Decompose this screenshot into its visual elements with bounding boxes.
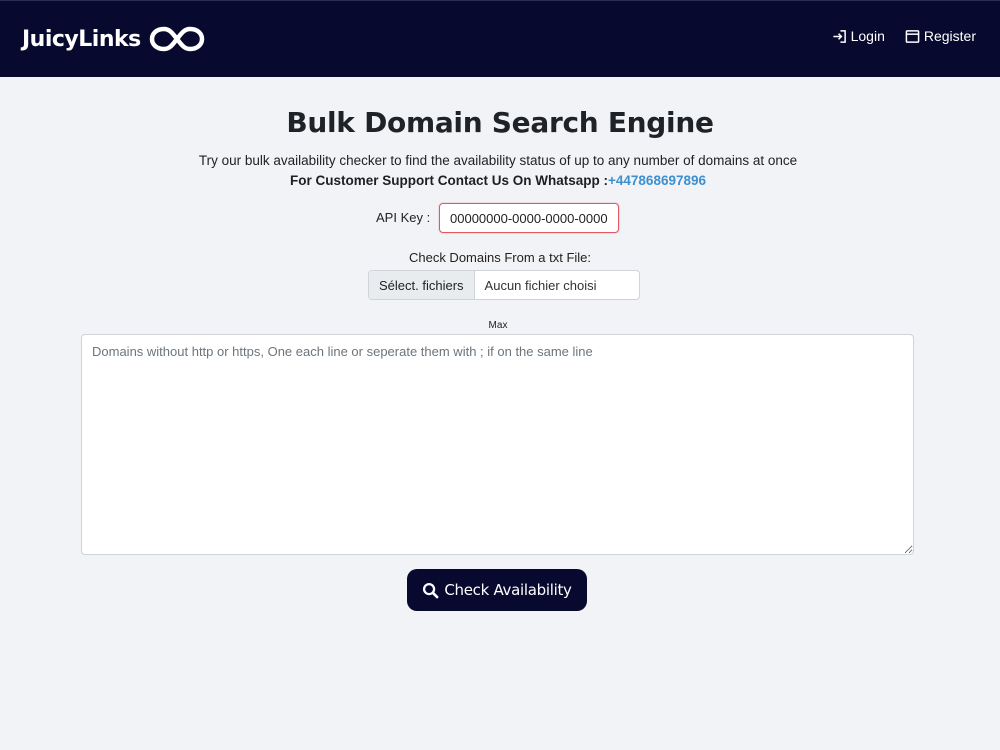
- brand-name: JuicyLinks: [22, 26, 141, 52]
- max-label: Max: [488, 320, 508, 331]
- nav-links: Login Register: [832, 28, 976, 44]
- page-subtitle: Try our bulk availability checker to fin…: [198, 153, 798, 168]
- select-files-button[interactable]: Sélect. fichiers: [369, 271, 475, 299]
- sign-in-icon: [833, 29, 846, 43]
- window-icon: [905, 29, 920, 43]
- top-navbar: JuicyLinks Login Register: [0, 0, 1000, 77]
- whatsapp-phone-link[interactable]: +447868697896: [608, 173, 706, 188]
- infinity-link-icon: [149, 26, 204, 52]
- brand-logo-link[interactable]: JuicyLinks: [22, 21, 205, 57]
- check-availability-button[interactable]: Check Availability: [407, 569, 587, 611]
- page-title: Bulk Domain Search Engine: [286, 106, 714, 139]
- check-availability-label: Check Availability: [444, 581, 572, 599]
- domains-textarea[interactable]: [81, 334, 914, 555]
- api-key-label: API Key :: [376, 210, 431, 225]
- file-upload-input[interactable]: Sélect. fichiers Aucun fichier choisi: [368, 270, 640, 300]
- api-key-input[interactable]: [439, 203, 619, 233]
- register-label: Register: [923, 28, 976, 44]
- login-link[interactable]: Login: [832, 28, 885, 44]
- register-link[interactable]: Register: [905, 28, 976, 44]
- file-status-text: Aucun fichier choisi: [484, 277, 597, 293]
- search-icon: [423, 582, 439, 598]
- support-line: For Customer Support Contact Us On Whats…: [0, 173, 996, 188]
- login-label: Login: [850, 28, 885, 44]
- file-upload-label: Check Domains From a txt File:: [408, 250, 592, 265]
- support-text: For Customer Support Contact Us On Whats…: [290, 173, 609, 188]
